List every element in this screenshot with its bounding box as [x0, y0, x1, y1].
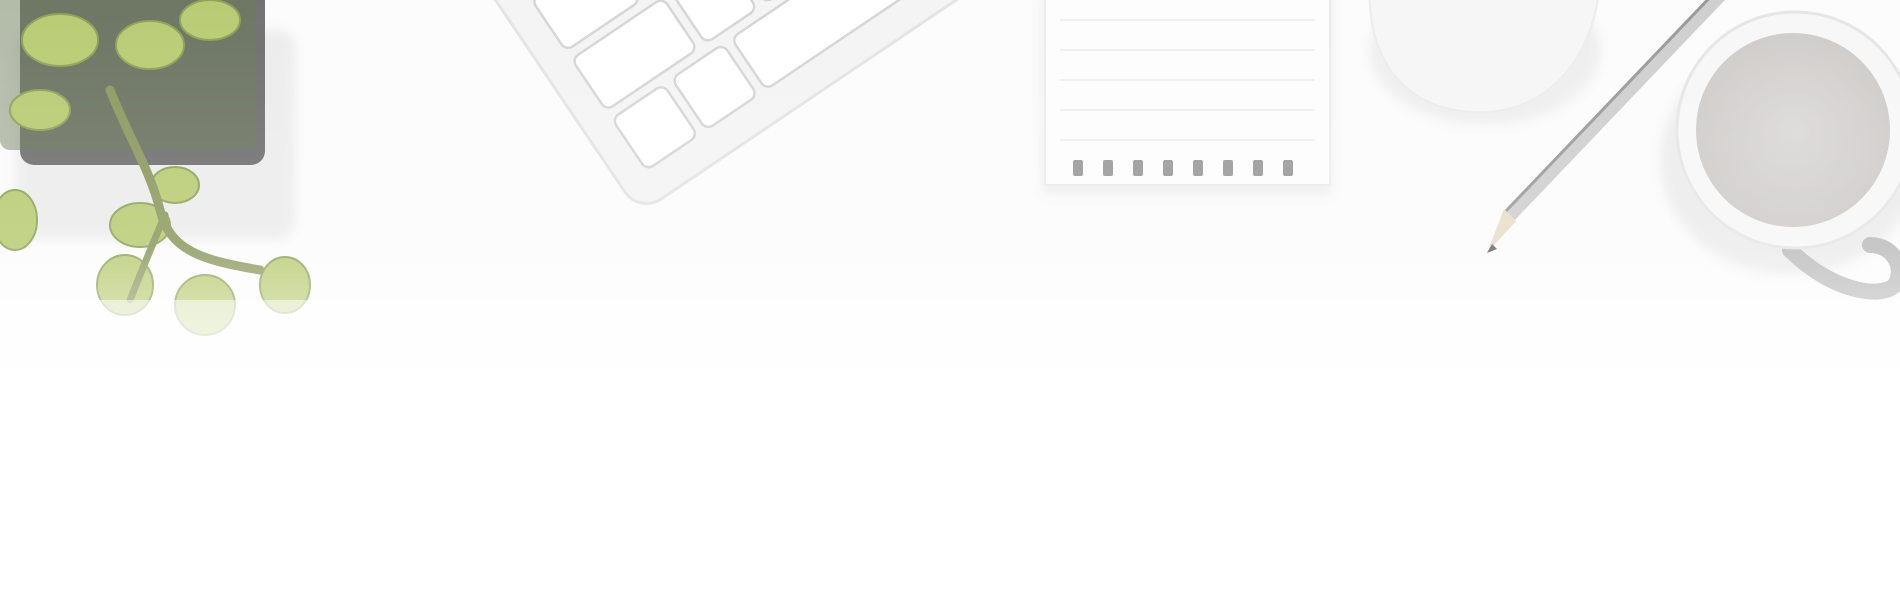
spiral-notepad: [1042, 0, 1332, 195]
coffee-surface: [1696, 33, 1890, 227]
bottom-fade: [0, 300, 1900, 612]
desk-scene: [0, 0, 1900, 612]
notepad-page: [1044, 0, 1331, 186]
